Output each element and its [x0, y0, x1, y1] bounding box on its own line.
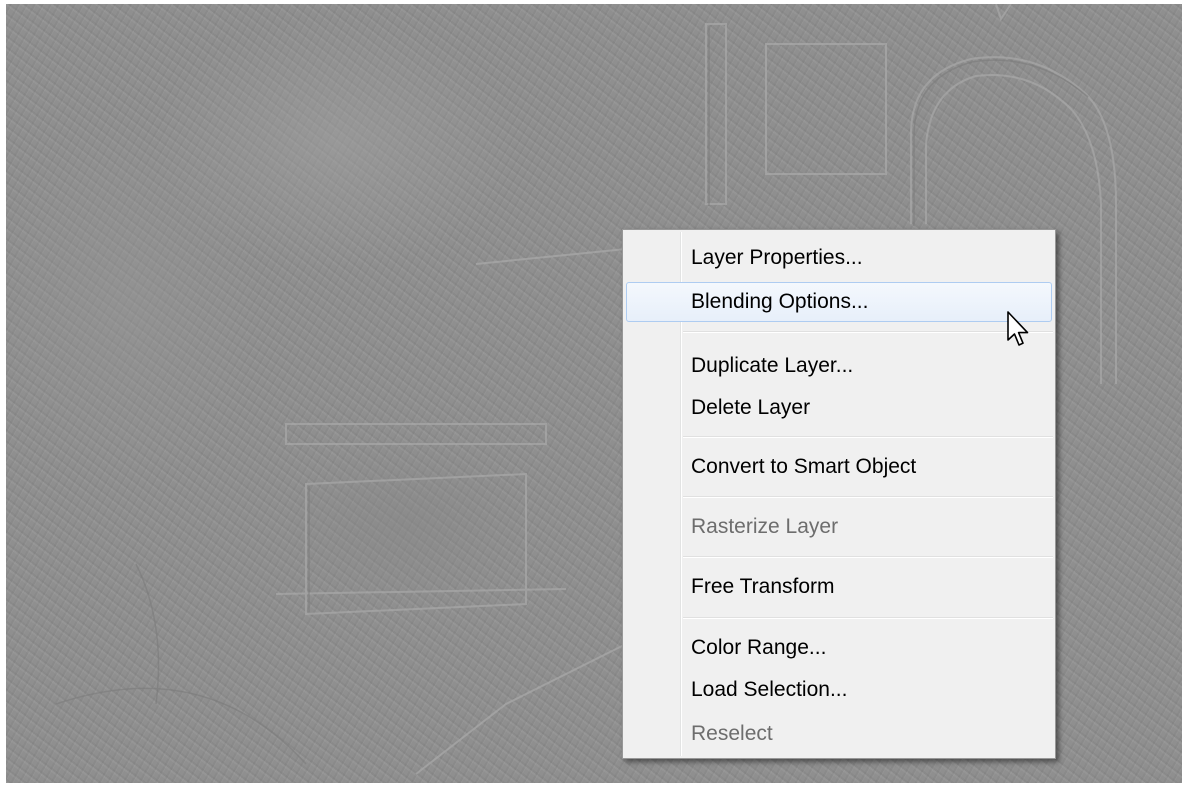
menu-item-color-range[interactable]: Color Range... — [626, 628, 1052, 668]
menu-separator — [683, 331, 1053, 333]
menu-separator — [683, 617, 1053, 619]
menu-item-layer-properties[interactable]: Layer Properties... — [626, 238, 1052, 278]
arrow-pointer-icon — [1007, 311, 1029, 346]
menu-item-convert-to-smart-object[interactable]: Convert to Smart Object — [626, 447, 1052, 487]
menu-item-blending-options[interactable]: Blending Options... — [626, 282, 1052, 322]
menu-separator — [683, 556, 1053, 558]
layer-context-menu: Layer Properties... Blending Options... … — [622, 229, 1056, 759]
menu-item-reselect: Reselect — [691, 722, 773, 745]
menu-separator — [683, 436, 1053, 438]
menu-item-duplicate-layer[interactable]: Duplicate Layer... — [626, 346, 1052, 386]
menu-item-free-transform[interactable]: Free Transform — [626, 567, 1052, 607]
menu-item-load-selection[interactable]: Load Selection... — [626, 670, 1052, 710]
menu-item-delete-layer[interactable]: Delete Layer — [626, 388, 1052, 428]
menu-item-rasterize-layer: Rasterize Layer — [691, 515, 839, 538]
menu-separator — [683, 496, 1053, 498]
